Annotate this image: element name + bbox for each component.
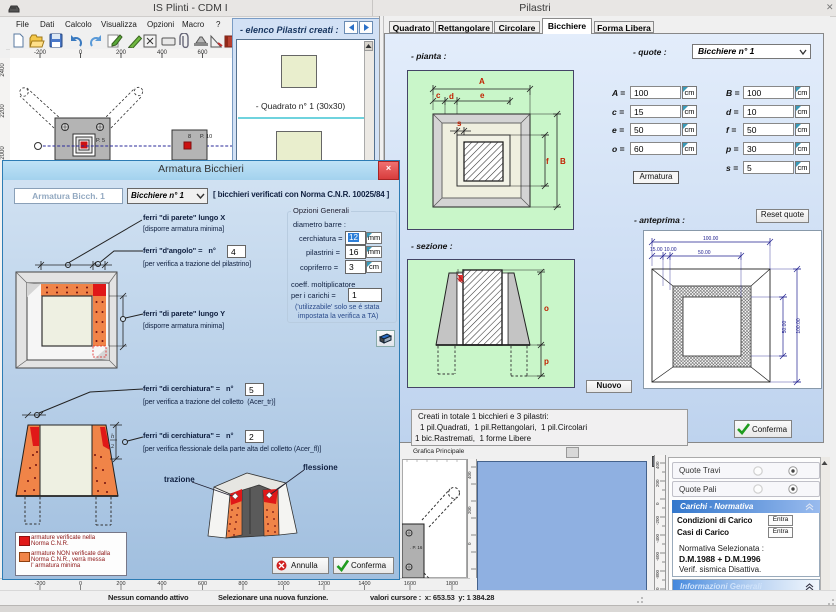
svg-text:50.00: 50.00 bbox=[698, 250, 711, 256]
svg-text:2000: 2000 bbox=[0, 146, 6, 160]
svg-text:100.00: 100.00 bbox=[703, 236, 719, 242]
svg-text:1400: 1400 bbox=[358, 581, 370, 587]
svg-text:1800: 1800 bbox=[446, 581, 458, 587]
svg-text:0: 0 bbox=[655, 502, 660, 505]
svg-text:h: h bbox=[111, 434, 114, 440]
svg-text:200: 200 bbox=[655, 479, 660, 487]
svg-text:800: 800 bbox=[238, 581, 247, 587]
svg-text:600: 600 bbox=[198, 581, 207, 587]
svg-text:2400: 2400 bbox=[0, 63, 6, 77]
svg-text:1200: 1200 bbox=[318, 581, 330, 587]
svg-text:1600: 1600 bbox=[404, 581, 416, 587]
svg-text:d: d bbox=[449, 92, 454, 101]
svg-text:P. 5: P. 5 bbox=[96, 138, 105, 144]
svg-text:. P. 16: . P. 16 bbox=[410, 545, 423, 550]
svg-text:400: 400 bbox=[157, 50, 168, 56]
svg-text:P. 10: P. 10 bbox=[200, 134, 212, 140]
svg-text:400: 400 bbox=[655, 461, 660, 469]
svg-text:B: B bbox=[560, 157, 566, 166]
svg-text:8: 8 bbox=[188, 134, 191, 140]
svg-text:2200: 2200 bbox=[0, 104, 6, 118]
svg-text:o: o bbox=[544, 304, 549, 313]
svg-text:c: c bbox=[436, 91, 441, 100]
svg-text:50.00: 50.00 bbox=[782, 321, 788, 334]
svg-text:10.00: 10.00 bbox=[664, 247, 677, 253]
svg-text:A: A bbox=[479, 77, 485, 86]
svg-text:-200: -200 bbox=[655, 515, 660, 525]
svg-text:200: 200 bbox=[116, 581, 125, 587]
svg-text:-600: -600 bbox=[655, 551, 660, 561]
svg-text:-800: -800 bbox=[655, 569, 660, 579]
svg-text:600: 600 bbox=[197, 50, 208, 56]
svg-text:100.00: 100.00 bbox=[796, 318, 802, 334]
svg-text:p: p bbox=[544, 357, 549, 366]
svg-text:0: 0 bbox=[79, 50, 83, 56]
svg-text:1000: 1000 bbox=[277, 581, 289, 587]
svg-text:400: 400 bbox=[467, 471, 472, 479]
svg-text:s: s bbox=[457, 119, 462, 128]
svg-text:15.00: 15.00 bbox=[650, 247, 663, 253]
svg-text:f: f bbox=[546, 157, 549, 166]
svg-text:-200: -200 bbox=[34, 50, 47, 56]
svg-text:-200: -200 bbox=[34, 581, 45, 587]
svg-text:e: e bbox=[480, 91, 485, 100]
svg-text:-400: -400 bbox=[655, 533, 660, 543]
svg-text:2: 2 bbox=[111, 444, 114, 450]
svg-text:200: 200 bbox=[467, 506, 472, 514]
svg-text:0: 0 bbox=[467, 542, 472, 545]
svg-text:0: 0 bbox=[79, 581, 82, 587]
svg-text:400: 400 bbox=[157, 581, 166, 587]
svg-text:200: 200 bbox=[116, 50, 127, 56]
